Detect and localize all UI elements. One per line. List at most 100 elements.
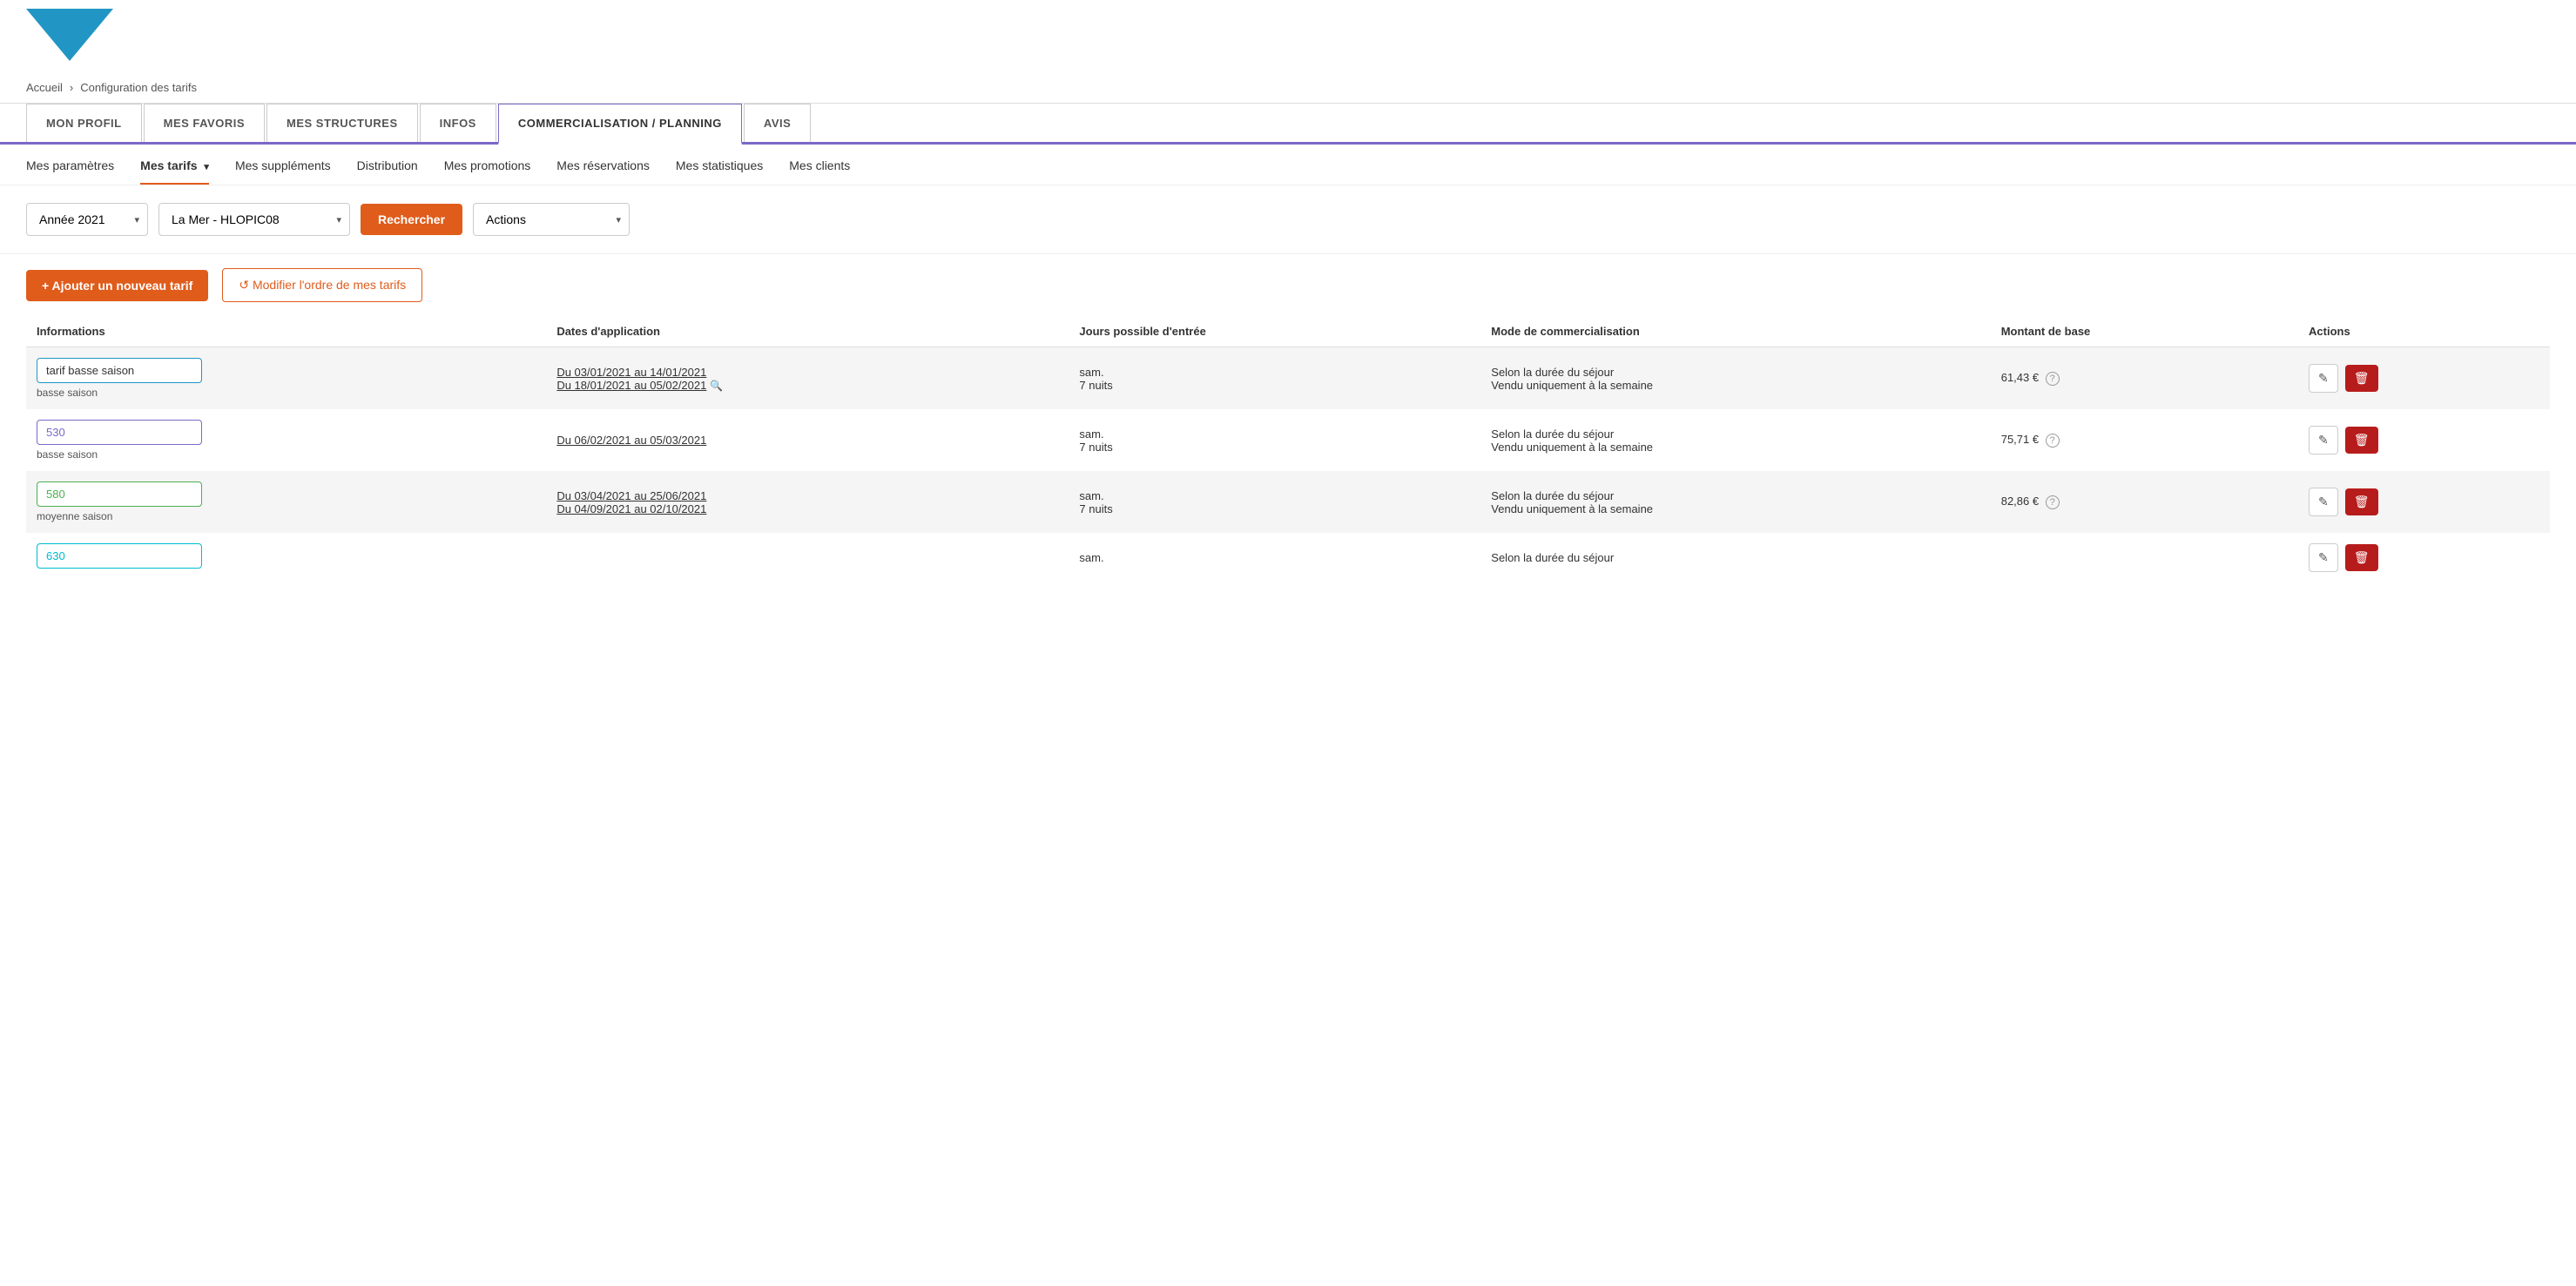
- tarif-actions-cell: ✎ 🗑: [2298, 471, 2550, 533]
- table-row: 530 basse saison Du 06/02/2021 au 05/03/20…: [26, 409, 2550, 471]
- tarif-mode1: Selon la durée du séjour: [1491, 551, 1979, 564]
- tarif-actions-cell: ✎ 🗑: [2298, 409, 2550, 471]
- delete-button[interactable]: 🗑: [2345, 427, 2378, 454]
- delete-button[interactable]: 🗑: [2345, 365, 2378, 392]
- sub-tab-clients[interactable]: Mes clients: [789, 158, 850, 185]
- sub-tab-parametres[interactable]: Mes paramètres: [26, 158, 114, 185]
- delete-button[interactable]: 🗑: [2345, 544, 2378, 571]
- tarif-mode2: Vendu uniquement à la semaine: [1491, 441, 1979, 454]
- tarif-date-link[interactable]: Du 06/02/2021 au 05/03/2021: [556, 434, 1058, 447]
- info-icon[interactable]: ?: [2046, 434, 2060, 448]
- reorder-tarif-button[interactable]: ↺ Modifier l'ordre de mes tarifs: [222, 268, 422, 302]
- tarif-actions-cell: ✎ 🗑: [2298, 533, 2550, 582]
- tarif-montant: 82,86 € ?: [2001, 495, 2060, 508]
- structure-filter-wrapper: La Mer - HLOPIC08 ▾: [158, 203, 350, 236]
- tarif-jours-cell: sam.7 nuits: [1069, 347, 1480, 410]
- tarif-montant-cell: 82,86 € ?: [1991, 471, 2298, 533]
- breadcrumb-home[interactable]: Accueil: [26, 81, 63, 94]
- tarif-montant-cell: 75,71 € ?: [1991, 409, 2298, 471]
- tarif-info-cell: 530 basse saison: [26, 409, 546, 471]
- delete-button[interactable]: 🗑: [2345, 488, 2378, 515]
- tab-infos[interactable]: INFOS: [420, 104, 496, 142]
- logo-icon: [26, 9, 113, 61]
- tarif-season-label: basse saison: [37, 448, 536, 461]
- edit-button[interactable]: ✎: [2309, 488, 2338, 516]
- tarif-date-link[interactable]: Du 04/09/2021 au 02/10/2021: [556, 502, 1058, 515]
- tarif-table-wrapper: Informations Dates d'application Jours p…: [0, 316, 2576, 582]
- tarif-name-box: 530: [37, 420, 202, 445]
- tab-mes-structures[interactable]: MES STRUCTURES: [266, 104, 418, 142]
- year-select[interactable]: Année 2021 Année 2020 Année 2022: [26, 203, 148, 236]
- structure-select[interactable]: La Mer - HLOPIC08: [158, 203, 350, 236]
- table-row: 630 sam. Selon la durée du séjour ✎ 🗑: [26, 533, 2550, 582]
- tarif-jours: sam.: [1079, 366, 1470, 379]
- actions-filter-wrapper: Actions ▾: [473, 203, 630, 236]
- edit-button[interactable]: ✎: [2309, 543, 2338, 572]
- tarif-mode-cell: Selon la durée du séjourVendu uniquement…: [1480, 409, 1990, 471]
- actions-bar: + Ajouter un nouveau tarif ↺ Modifier l'…: [0, 254, 2576, 316]
- search-button[interactable]: Rechercher: [361, 204, 462, 235]
- main-tabs: MON PROFIL MES FAVORIS MES STRUCTURES IN…: [0, 104, 2576, 145]
- action-buttons: ✎ 🗑: [2309, 488, 2539, 516]
- year-filter-wrapper: Année 2021 Année 2020 Année 2022 ▾: [26, 203, 148, 236]
- tarif-info-cell: 630: [26, 533, 546, 582]
- tarif-info-cell: tarif basse saison basse saison: [26, 347, 546, 410]
- actions-select[interactable]: Actions: [473, 203, 630, 236]
- tarif-jours: sam.: [1079, 551, 1470, 564]
- tarif-dates-cell: Du 06/02/2021 au 05/03/2021: [546, 409, 1069, 471]
- sub-tab-reservations[interactable]: Mes réservations: [556, 158, 650, 185]
- tarif-jours-cell: sam.7 nuits: [1069, 471, 1480, 533]
- tarif-season-label: basse saison: [37, 387, 536, 399]
- sub-tab-promotions[interactable]: Mes promotions: [444, 158, 531, 185]
- info-icon[interactable]: ?: [2046, 495, 2060, 509]
- tarif-nuits: 7 nuits: [1079, 379, 1470, 392]
- table-row: 580moyenne saison Du 03/04/2021 au 25/06/…: [26, 471, 2550, 533]
- sub-tab-distribution[interactable]: Distribution: [357, 158, 418, 185]
- filter-bar: Année 2021 Année 2020 Année 2022 ▾ La Me…: [0, 185, 2576, 254]
- tarif-mode2: Vendu uniquement à la semaine: [1491, 502, 1979, 515]
- tarif-name-box: 630: [37, 543, 202, 569]
- col-header-mode: Mode de commercialisation: [1480, 316, 1990, 347]
- table-row: tarif basse saison basse saison Du 03/01/2…: [26, 347, 2550, 410]
- sub-tab-tarifs[interactable]: Mes tarifs ▾: [140, 158, 209, 185]
- tarif-mode1: Selon la durée du séjour: [1491, 428, 1979, 441]
- tarif-montant: 61,43 € ?: [2001, 371, 2060, 384]
- col-header-informations: Informations: [26, 316, 546, 347]
- sub-tab-supplements[interactable]: Mes suppléments: [235, 158, 331, 185]
- sub-tabs: Mes paramètres Mes tarifs ▾ Mes suppléme…: [0, 145, 2576, 185]
- action-buttons: ✎ 🗑: [2309, 364, 2539, 393]
- col-header-montant: Montant de base: [1991, 316, 2298, 347]
- tarif-jours-cell: sam.: [1069, 533, 1480, 582]
- info-icon[interactable]: ?: [2046, 372, 2060, 386]
- tarif-montant-cell: 61,43 € ?: [1991, 347, 2298, 410]
- tarif-mode1: Selon la durée du séjour: [1491, 489, 1979, 502]
- tarif-mode2: Vendu uniquement à la semaine: [1491, 379, 1979, 392]
- tarif-info-cell: 580moyenne saison: [26, 471, 546, 533]
- logo-area: [0, 0, 2576, 72]
- tarif-mode-cell: Selon la durée du séjourVendu uniquement…: [1480, 347, 1990, 410]
- tarif-mode1: Selon la durée du séjour: [1491, 366, 1979, 379]
- tab-mes-favoris[interactable]: MES FAVORIS: [144, 104, 265, 142]
- tarif-jours: sam.: [1079, 489, 1470, 502]
- tab-mon-profil[interactable]: MON PROFIL: [26, 104, 142, 142]
- tarif-montant-cell: [1991, 533, 2298, 582]
- tarif-jours-cell: sam.7 nuits: [1069, 409, 1480, 471]
- tarif-mode-cell: Selon la durée du séjourVendu uniquement…: [1480, 471, 1990, 533]
- add-tarif-button[interactable]: + Ajouter un nouveau tarif: [26, 270, 208, 301]
- action-buttons: ✎ 🗑: [2309, 426, 2539, 454]
- edit-button[interactable]: ✎: [2309, 364, 2338, 393]
- tarif-date-link[interactable]: Du 03/01/2021 au 14/01/2021: [556, 366, 1058, 379]
- tarif-mode-cell: Selon la durée du séjour: [1480, 533, 1990, 582]
- tarif-name-box: tarif basse saison: [37, 358, 202, 383]
- tarif-table: Informations Dates d'application Jours p…: [26, 316, 2550, 582]
- col-header-dates: Dates d'application: [546, 316, 1069, 347]
- breadcrumb-separator: ›: [70, 81, 73, 94]
- tarif-date-link[interactable]: Du 18/01/2021 au 05/02/2021 🔍: [556, 379, 1058, 392]
- tarif-nuits: 7 nuits: [1079, 502, 1470, 515]
- sub-tab-statistiques[interactable]: Mes statistiques: [676, 158, 763, 185]
- tab-avis[interactable]: AVIS: [744, 104, 811, 142]
- edit-button[interactable]: ✎: [2309, 426, 2338, 454]
- tab-commercialisation[interactable]: COMMERCIALISATION / PLANNING: [498, 104, 742, 145]
- tarif-date-link[interactable]: Du 03/04/2021 au 25/06/2021: [556, 489, 1058, 502]
- tarif-name-box: 580: [37, 481, 202, 507]
